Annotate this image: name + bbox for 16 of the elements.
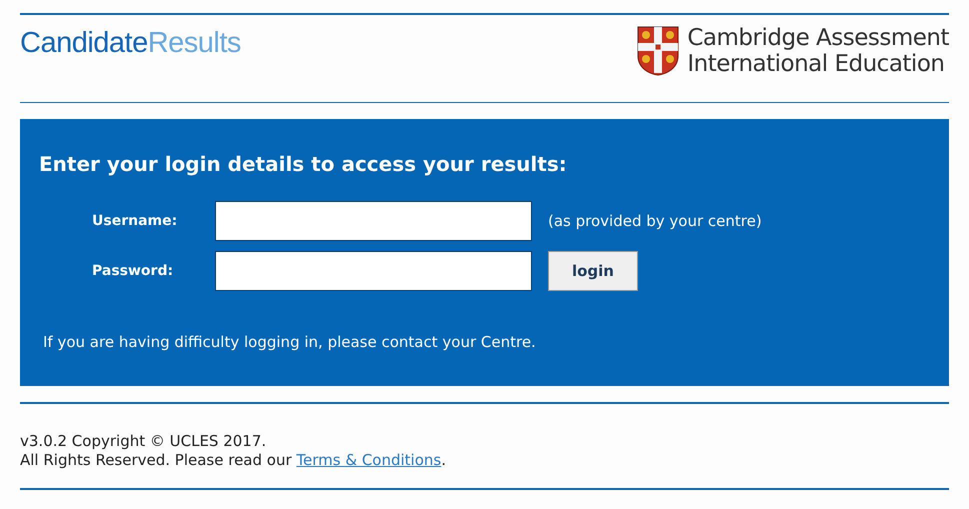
crest-icon — [637, 26, 680, 76]
field-label: Username: — [92, 212, 178, 230]
organisation-name: Cambridge Assessment — [687, 24, 949, 50]
help-text: If you are having difficulty logging in, please contact your Centre. — [43, 332, 537, 353]
organisation-name: International Education — [687, 50, 946, 76]
period-text: . — [441, 451, 446, 470]
terms-link[interactable]: Terms & Conditions — [296, 451, 442, 470]
input-field[interactable] — [215, 201, 532, 241]
brand-logo: CandidateResults — [20, 26, 241, 61]
copyright-text: v3.0.2 Copyright © UCLES 2017. — [20, 432, 268, 451]
field-label: Password: — [92, 262, 174, 280]
panel-title: Enter your login details to access your results: — [39, 151, 568, 178]
input-field[interactable] — [215, 251, 532, 291]
field-hint: (as provided by your centre) — [548, 210, 762, 232]
rights-text: All Rights Reserved. Please read our — [20, 451, 293, 470]
login-button[interactable]: login — [548, 251, 638, 291]
